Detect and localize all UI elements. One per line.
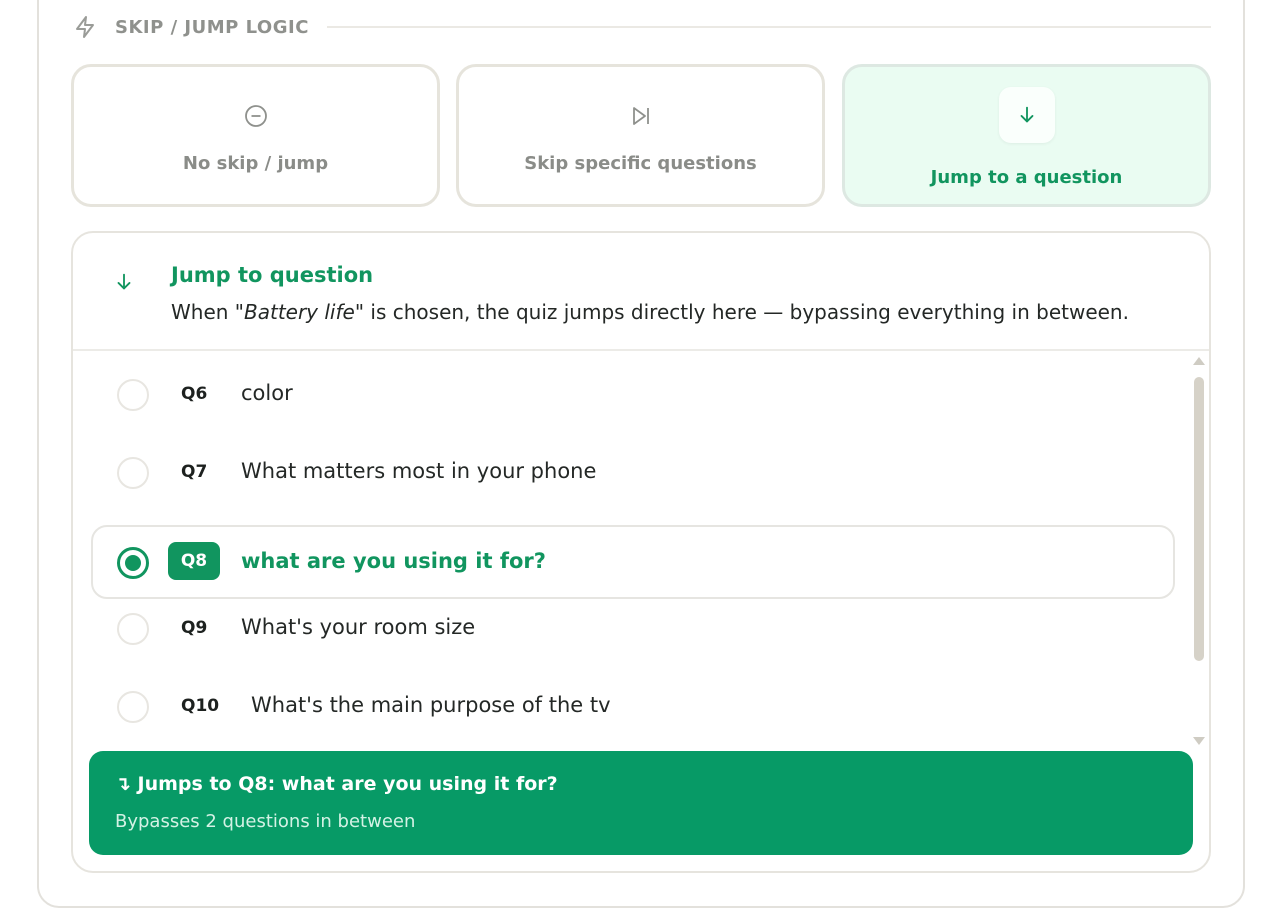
option-label: Jump to a question: [930, 167, 1123, 188]
desc-suffix: is chosen, the quiz jumps directly here …: [364, 300, 1129, 324]
question-text: What's your room size: [241, 615, 476, 639]
option-no-skip[interactable]: No skip / jump: [71, 64, 440, 207]
scroll-down-icon[interactable]: [1193, 737, 1205, 745]
jump-result-banner: ↴ Jumps to Q8: what are you using it for…: [89, 751, 1193, 855]
section-header: SKIP / JUMP LOGIC: [73, 12, 1211, 42]
option-label: Skip specific questions: [524, 153, 757, 174]
question-number: Q10: [181, 696, 220, 716]
panel-description: When "Battery life" is chosen, the quiz …: [171, 300, 1129, 324]
option-label: No skip / jump: [182, 153, 329, 174]
arrow-down-icon: [998, 87, 1055, 143]
radio-button[interactable]: [117, 457, 149, 489]
panel-header: Jump to question When "Battery life" is …: [73, 233, 1209, 351]
scrollbar-thumb[interactable]: [1194, 377, 1204, 661]
lightning-icon: [73, 14, 99, 40]
question-number: Q6: [181, 384, 208, 404]
result-title: ↴ Jumps to Q8: what are you using it for…: [115, 773, 558, 795]
jump-mode-options: No skip / jump Skip specific questions J…: [71, 64, 1211, 207]
minus-circle-icon: [241, 101, 271, 131]
result-subtitle: Bypasses 2 questions in between: [115, 811, 416, 832]
question-row-q9[interactable]: Q9 What's your room size: [91, 591, 1175, 665]
section-divider: [326, 26, 1211, 28]
question-number: Q9: [181, 618, 208, 638]
question-text: What's the main purpose of the tv: [251, 693, 611, 717]
radio-button[interactable]: [117, 379, 149, 411]
radio-button[interactable]: [117, 691, 149, 723]
question-text: color: [241, 381, 293, 405]
scroll-up-icon[interactable]: [1193, 357, 1205, 365]
desc-prefix: When: [171, 300, 235, 324]
desc-choice: "Battery life": [234, 300, 365, 324]
question-list-scrollbar[interactable]: [1191, 355, 1207, 745]
jump-target-panel: Jump to question When "Battery life" is …: [71, 231, 1211, 873]
question-row-q7[interactable]: Q7 What matters most in your phone: [91, 435, 1175, 509]
radio-button-selected[interactable]: [117, 547, 149, 579]
question-list: Q6 color Q7 What matters most in your ph…: [73, 353, 1193, 753]
option-jump-to-question[interactable]: Jump to a question: [842, 64, 1211, 207]
question-text: What matters most in your phone: [241, 459, 597, 483]
skip-forward-icon: [626, 101, 656, 131]
question-text: what are you using it for?: [241, 549, 546, 573]
panel-title: Jump to question: [171, 263, 374, 287]
question-row-q10[interactable]: Q10 What's the main purpose of the tv: [91, 669, 1175, 743]
question-row-q8[interactable]: Q8 what are you using it for?: [91, 525, 1175, 599]
question-row-q6[interactable]: Q6 color: [91, 357, 1175, 431]
question-number: Q7: [181, 462, 208, 482]
option-skip-specific[interactable]: Skip specific questions: [456, 64, 825, 207]
arrow-down-icon: [113, 271, 135, 297]
radio-button[interactable]: [117, 613, 149, 645]
section-title: SKIP / JUMP LOGIC: [115, 16, 309, 38]
question-number: Q8: [168, 542, 220, 580]
